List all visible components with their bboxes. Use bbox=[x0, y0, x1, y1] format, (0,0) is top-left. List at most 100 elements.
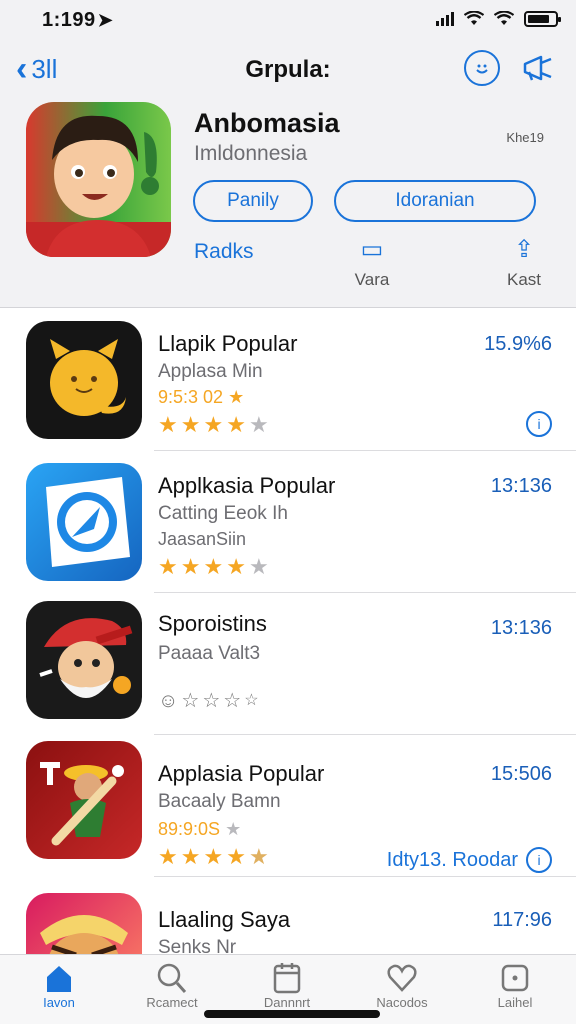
tab-label: Dannnrt bbox=[263, 995, 311, 1010]
star-icon: ★ bbox=[158, 412, 178, 437]
row-size: 117:96 bbox=[492, 909, 552, 931]
status-icons bbox=[436, 11, 561, 27]
boy-avatar-icon bbox=[26, 115, 171, 257]
row-size: 13:136 bbox=[490, 617, 552, 639]
document-icon: ▭ bbox=[360, 236, 384, 263]
rating-stars: ☺ ☆ ☆ ☆ ☆ bbox=[158, 689, 259, 713]
status-bar: 1:199 ➤ bbox=[0, 0, 576, 40]
rating-stars: ★ ★ ★ ★ ★ bbox=[158, 845, 269, 869]
app-icon bbox=[26, 463, 142, 581]
action-share-label: Kast bbox=[506, 270, 542, 289]
star-icon: ★ bbox=[226, 554, 246, 579]
star-outline-icon: ☆ bbox=[223, 690, 242, 712]
home-indicator bbox=[204, 1010, 380, 1018]
calendar-icon bbox=[273, 963, 301, 994]
star-outline-icon: ☆ bbox=[202, 690, 221, 712]
wifi-icon bbox=[494, 11, 514, 25]
app-extra-label: Khe19 bbox=[506, 130, 544, 145]
compass-icon bbox=[46, 477, 130, 567]
app-icon bbox=[26, 601, 142, 719]
app-list: Llapik Popular Applasa Min 9:5:3 02 ★ ★ ★… bbox=[0, 309, 576, 954]
row-subtitle: Senks Nr bbox=[158, 937, 237, 954]
star-icon: ★ bbox=[180, 844, 201, 869]
smile-icon: ☺ bbox=[158, 690, 179, 712]
smiley-mascot-icon bbox=[50, 339, 126, 416]
location-arrow-icon: ➤ bbox=[97, 10, 114, 30]
rating-stars: ★ ★ ★ ★ ★ bbox=[158, 555, 269, 579]
star-icon: ★ bbox=[226, 412, 246, 437]
app-subtitle: Imldonnesia bbox=[194, 142, 308, 165]
action-var-button[interactable]: ▭ Vara bbox=[348, 236, 396, 290]
row-subtitle-2: JaasanSiin bbox=[158, 529, 247, 549]
app-name: Anbomasia bbox=[194, 108, 340, 138]
megaphone-icon bbox=[523, 55, 552, 81]
cricket-player-icon bbox=[40, 762, 124, 846]
tab-home[interactable]: Iavon bbox=[14, 961, 104, 1010]
star-icon: ★ bbox=[248, 412, 269, 437]
tab-label: Iavon bbox=[43, 995, 75, 1010]
signal-icon bbox=[436, 12, 454, 26]
search-icon bbox=[157, 963, 187, 993]
smile-icon-button[interactable] bbox=[464, 50, 500, 86]
bearded-character-icon bbox=[39, 618, 133, 698]
smile-icon bbox=[476, 64, 488, 74]
star-icon: ★ bbox=[203, 554, 224, 579]
list-item[interactable]: Applkasia Popular Catting Eeok Ih Jaasan… bbox=[0, 451, 576, 593]
list-item[interactable]: Sporoistins Paaaa Valt3 ☺ ☆ ☆ ☆ ☆ 13:136 bbox=[0, 593, 576, 735]
list-item[interactable]: Llaaling Saya Senks Nr 117:96 bbox=[0, 877, 576, 954]
info-icon[interactable]: i bbox=[526, 847, 552, 873]
rating-stars: ★ ★ ★ ★ ★ bbox=[158, 413, 269, 437]
star-icon: ★ bbox=[158, 844, 178, 869]
tab-favorites[interactable]: Nacodos bbox=[357, 961, 447, 1010]
star-icon: ★ bbox=[180, 554, 201, 579]
family-pill-button[interactable]: Panily bbox=[193, 180, 313, 222]
star-icon: ★ bbox=[203, 844, 224, 869]
home-icon bbox=[47, 966, 71, 992]
row-title: Sporoistins bbox=[158, 611, 267, 636]
row-title: Applkasia Popular bbox=[158, 473, 336, 498]
app-icon bbox=[26, 102, 171, 257]
ranks-link[interactable]: Radks bbox=[194, 240, 254, 264]
tab-label-5[interactable]: Laihel bbox=[470, 961, 560, 1010]
tab-search[interactable]: Rcamect bbox=[127, 961, 217, 1010]
megaphone-button[interactable] bbox=[520, 50, 556, 86]
row-subtitle: Applasa Min bbox=[158, 361, 263, 382]
row-subtitle-2-text: 9:5:3 02 bbox=[158, 387, 224, 407]
row-title: Llaaling Saya bbox=[158, 907, 291, 932]
status-time-text: 1:199 bbox=[42, 9, 96, 31]
row-size: 13:136 bbox=[490, 475, 552, 497]
star-icon: ★ bbox=[225, 819, 242, 839]
status-time: 1:199 ➤ bbox=[42, 9, 113, 32]
list-item[interactable]: Applasia Popular Bacaaly Bamn 89:9:0S ★ … bbox=[0, 735, 576, 877]
tab-label: Nacodos bbox=[376, 995, 428, 1010]
tab-label: Laihel bbox=[497, 995, 533, 1010]
star-icon: ★ bbox=[228, 387, 245, 407]
action-share-button[interactable]: ⇪ Kast bbox=[500, 236, 548, 290]
warrior-face-icon bbox=[40, 915, 128, 954]
square-dot-icon bbox=[501, 964, 529, 992]
row-subtitle-2-text: 89:9:0S bbox=[158, 819, 221, 839]
row-size: 15.9%6 bbox=[484, 333, 552, 355]
row-title: Llapik Popular bbox=[158, 331, 298, 356]
tab-calendar[interactable]: Dannnrt bbox=[242, 961, 332, 1010]
star-icon: ★ bbox=[226, 844, 246, 869]
heart-icon bbox=[387, 964, 417, 992]
region-pill-button[interactable]: Idoranian bbox=[334, 180, 536, 222]
app-header: ‹ 3ll Grpula: Anbomasia Imldonnesia Khe1… bbox=[0, 40, 576, 308]
row-link[interactable]: Idty13. Roodar bbox=[387, 849, 518, 872]
app-icon bbox=[26, 321, 142, 439]
battery-icon bbox=[524, 11, 561, 27]
info-icon[interactable]: i bbox=[526, 411, 552, 437]
row-subtitle-2: 89:9:0S ★ bbox=[158, 819, 241, 840]
star-icon: ★ bbox=[248, 554, 269, 579]
share-icon: ⇪ bbox=[513, 236, 535, 263]
action-var-label: Vara bbox=[354, 270, 390, 289]
row-subtitle-2: 9:5:3 02 ★ bbox=[158, 387, 244, 408]
list-item[interactable]: Llapik Popular Applasa Min 9:5:3 02 ★ ★ ★… bbox=[0, 309, 576, 451]
star-half-icon: ★ bbox=[248, 844, 269, 869]
wifi-icon bbox=[464, 11, 484, 25]
star-icon: ★ bbox=[180, 412, 201, 437]
star-outline-icon: ☆ bbox=[181, 690, 200, 712]
star-icon: ★ bbox=[203, 412, 224, 437]
row-title: Applasia Popular bbox=[158, 761, 325, 786]
